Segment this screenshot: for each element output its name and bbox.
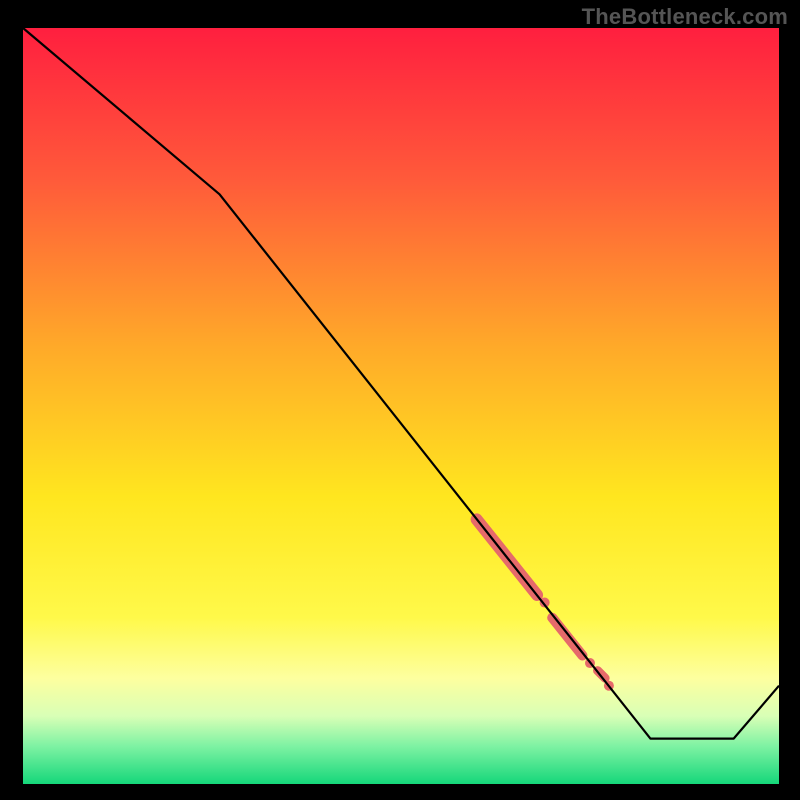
chart-svg <box>0 0 800 800</box>
plot-background <box>23 28 779 784</box>
chart-stage: TheBottleneck.com <box>0 0 800 800</box>
